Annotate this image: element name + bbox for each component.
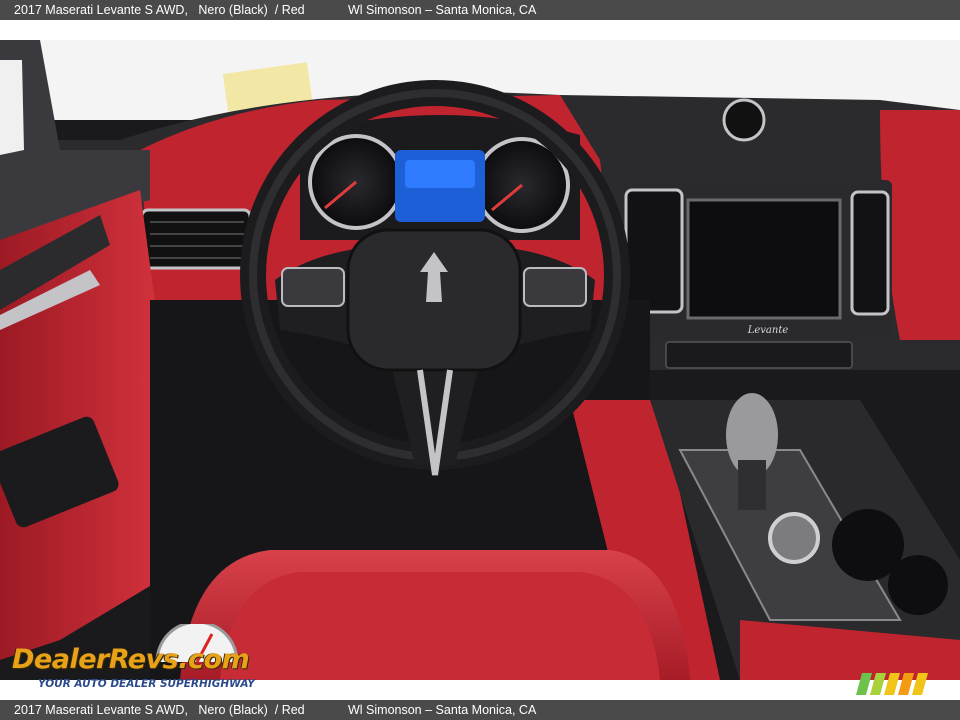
vehicle-title: 2017 Maserati Levante S AWD, Nero (Black…	[14, 3, 305, 17]
interior-photo: Levante	[0, 40, 960, 680]
dealerrevs-watermark: DealerRevs.com YOUR AUTO DEALER SUPERHIG…	[12, 622, 272, 694]
vehicle-title-footer: 2017 Maserati Levante S AWD, Nero (Black…	[14, 703, 305, 717]
dealer-name-footer: Wl Simonson – Santa Monica, CA	[348, 703, 537, 717]
watermark-tagline: YOUR AUTO DEALER SUPERHIGHWAY	[38, 678, 255, 690]
wmm-stripes-logo-icon	[856, 673, 928, 695]
console-badge: Levante	[747, 325, 789, 336]
watermark-brand: DealerRevs.com	[12, 644, 250, 675]
dealer-name: Wl Simonson – Santa Monica, CA	[348, 3, 537, 17]
top-caption-bar: 2017 Maserati Levante S AWD, Nero (Black…	[0, 0, 960, 20]
bottom-caption-bar: 2017 Maserati Levante S AWD, Nero (Black…	[0, 700, 960, 720]
